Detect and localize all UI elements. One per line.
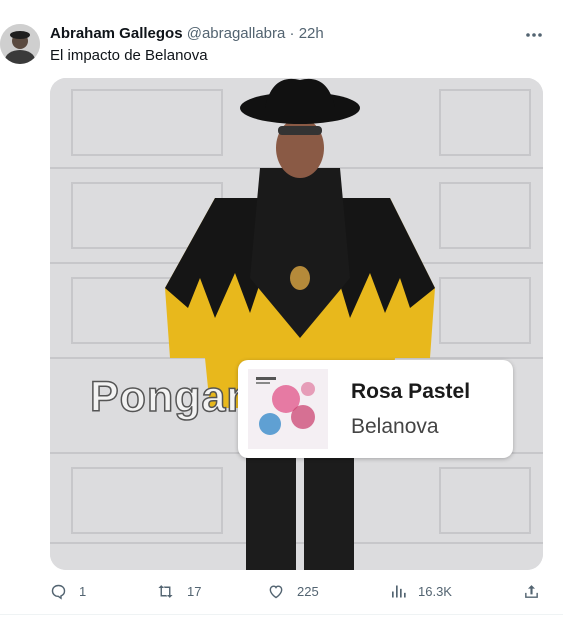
like-button[interactable]: 225	[267, 583, 319, 600]
media-image[interactable]: Pongan Rosa Pastel Belanova	[50, 78, 543, 570]
divider	[0, 614, 563, 615]
reply-icon	[51, 584, 66, 600]
views-count: 16.3K	[418, 584, 452, 599]
retweet-icon	[158, 585, 173, 598]
more-button[interactable]	[520, 25, 548, 45]
tweet-text: El impacto de Belanova	[50, 47, 208, 64]
share-button[interactable]	[523, 583, 540, 600]
meme-photo	[50, 78, 543, 570]
tweet[interactable]: Abraham Gallegos @abragallabra · 22h El …	[0, 0, 563, 620]
timestamp[interactable]: 22h	[299, 25, 324, 42]
reply-button[interactable]: 1	[50, 583, 86, 600]
avatar[interactable]	[0, 24, 40, 64]
views-button[interactable]: 16.3K	[390, 583, 452, 600]
reply-count: 1	[79, 584, 87, 599]
pongan-overlay-text: Pongan	[89, 372, 254, 422]
song-artist: Belanova	[351, 415, 439, 438]
tweet-header: Abraham Gallegos @abragallabra · 22h	[50, 25, 324, 42]
album-art	[248, 369, 328, 449]
author-name[interactable]: Abraham Gallegos	[50, 25, 183, 42]
more-icon	[526, 33, 542, 37]
retweet-button[interactable]: 17	[156, 583, 201, 600]
separator-dot: ·	[289, 25, 295, 42]
share-icon	[525, 585, 538, 598]
action-bar: 1 17 225 16.3K	[0, 583, 563, 603]
like-icon	[269, 585, 283, 599]
song-title: Rosa Pastel	[351, 380, 471, 403]
author-handle[interactable]: @abragallabra	[187, 25, 286, 42]
song-card: Rosa Pastel Belanova	[238, 360, 513, 458]
views-icon	[392, 585, 406, 598]
like-count: 225	[297, 584, 319, 599]
retweet-count: 17	[187, 584, 202, 599]
